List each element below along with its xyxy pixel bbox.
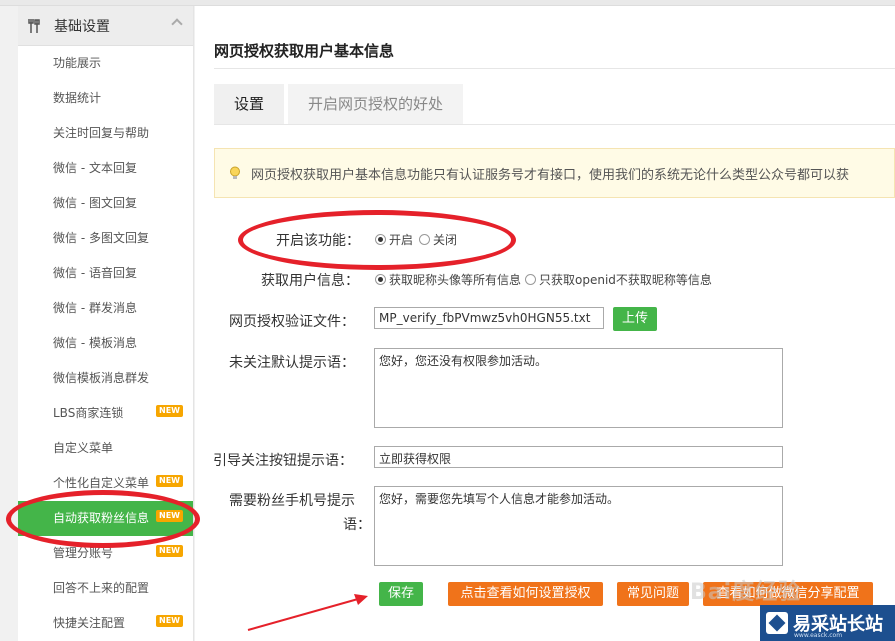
userinfo-all-label: 获取昵称头像等所有信息	[389, 273, 522, 287]
lightbulb-icon	[230, 166, 240, 179]
annotation-arrow-icon	[247, 594, 368, 631]
sidebar-item[interactable]: 微信 - 模板消息	[18, 326, 193, 361]
notice-banner: 网页授权获取用户基本信息功能只有认证服务号才有接口，使用我们的系统无论什么类型公…	[214, 148, 895, 198]
annotation-ellipse-enable	[238, 210, 516, 270]
new-badge: NEW	[156, 545, 183, 557]
new-badge: NEW	[156, 405, 183, 417]
phone-tip-label-line2: 语：	[343, 517, 371, 533]
sidebar-item-label: 微信 - 语音回复	[53, 266, 137, 280]
how-to-auth-button[interactable]: 点击查看如何设置授权	[448, 582, 603, 606]
userinfo-radio-group: 获取昵称头像等所有信息 只获取openid不获取昵称等信息	[373, 271, 712, 288]
guide-button-field[interactable]: 立即获得权限	[374, 446, 783, 468]
sidebar-item-label: 微信 - 文本回复	[53, 161, 137, 175]
chevron-up-icon[interactable]	[171, 18, 183, 30]
tools-icon	[28, 17, 46, 35]
new-badge: NEW	[156, 615, 183, 627]
sidebar-item-label: 功能展示	[53, 56, 102, 70]
sidebar-item-label: 快捷关注配置	[53, 616, 126, 630]
app-window: 基础设置 功能展示数据统计关注时回复与帮助 微信 - 文本回复 微信 - 图文回复微…	[0, 0, 895, 641]
sidebar-item-label: 数据统计	[53, 91, 102, 105]
unfollow-tip-label: 未关注默认提示语：	[229, 355, 355, 371]
sidebar-item-label: 自定义菜单	[53, 441, 114, 455]
sidebar-item-label: 关注时回复与帮助	[53, 126, 150, 140]
userinfo-openid-radio[interactable]	[525, 274, 537, 285]
sidebar-item[interactable]: 关注时回复与帮助	[18, 116, 193, 151]
tab-bar: 设置 开启网页授权的好处	[214, 84, 467, 124]
upload-button[interactable]: 上传	[613, 307, 657, 331]
userinfo-openid-label: 只获取openid不获取昵称等信息	[539, 273, 712, 287]
sidebar-item[interactable]: 微信 - 文本回复	[18, 151, 193, 186]
sidebar-item[interactable]: 微信 - 多图文回复	[18, 221, 193, 256]
userinfo-all-radio[interactable]	[375, 274, 386, 285]
page-title: 网页授权获取用户基本信息	[214, 42, 395, 60]
tab-divider	[214, 124, 895, 125]
sidebar-item[interactable]: 功能展示	[18, 46, 193, 81]
phone-tip-textarea[interactable]: 您好，需要您先填写个人信息才能参加活动。	[374, 486, 783, 566]
sidebar-item[interactable]: 微信 - 语音回复	[18, 256, 193, 291]
sidebar-item[interactable]: 微信模板消息群发	[18, 361, 193, 396]
faq-button[interactable]: 常见问题	[617, 582, 689, 606]
sidebar-item[interactable]: 数据统计	[18, 81, 193, 116]
sidebar-item[interactable]: 自定义菜单	[18, 431, 193, 466]
sidebar-item-label: 微信 - 群发消息	[53, 301, 137, 315]
sidebar-item[interactable]: LBS商家连锁 NEW	[18, 396, 193, 431]
guide-button-label: 引导关注按钮提示语：	[213, 453, 353, 469]
sidebar-item-label: 微信模板消息群发	[53, 371, 150, 385]
tab-benefits[interactable]: 开启网页授权的好处	[288, 84, 464, 124]
sidebar-item[interactable]: 微信 - 群发消息	[18, 291, 193, 326]
logo-url: www.easck.com	[794, 632, 843, 639]
title-divider	[214, 68, 895, 69]
sidebar-menu: 功能展示数据统计关注时回复与帮助 微信 - 文本回复 微信 - 图文回复 微信 - 多…	[18, 46, 193, 641]
phone-tip-label-line1: 需要粉丝手机号提示	[229, 493, 355, 509]
sidebar-section-header[interactable]: 基础设置	[18, 6, 193, 46]
annotation-ellipse-sidebar	[6, 490, 200, 548]
save-button[interactable]: 保存	[379, 582, 423, 606]
sidebar-item-label: 个性化自定义菜单	[53, 476, 150, 490]
tab-settings[interactable]: 设置	[214, 84, 285, 124]
unfollow-tip-textarea[interactable]: 您好，您还没有权限参加活动。	[374, 348, 783, 428]
verify-file-label: 网页授权验证文件：	[229, 314, 355, 330]
sidebar-item-label: 微信 - 模板消息	[53, 336, 137, 350]
userinfo-label: 获取用户信息：	[261, 273, 359, 289]
sidebar-item-label: LBS商家连锁	[53, 406, 124, 420]
verify-file-field[interactable]: MP_verify_fbPVmwz5vh0HGN55.txt	[374, 307, 604, 329]
logo-mark-icon	[766, 612, 788, 634]
site-logo: 易采站长站 www.easck.com	[760, 605, 895, 641]
sidebar-item-label: 微信 - 图文回复	[53, 196, 137, 210]
new-badge: NEW	[156, 475, 183, 487]
sidebar-item-label: 回答不上来的配置	[53, 581, 150, 595]
watermark: Bai度经验	[690, 580, 802, 605]
sidebar-section-title: 基础设置	[54, 18, 110, 35]
sidebar-item[interactable]: 快捷关注配置 NEW	[18, 606, 193, 641]
sidebar-item-label: 管理分账号	[53, 546, 114, 560]
sidebar-item[interactable]: 回答不上来的配置	[18, 571, 193, 606]
sidebar-item-label: 微信 - 多图文回复	[53, 231, 149, 245]
sidebar-item[interactable]: 微信 - 图文回复	[18, 186, 193, 221]
notice-text: 网页授权获取用户基本信息功能只有认证服务号才有接口，使用我们的系统无论什么类型公…	[251, 167, 850, 183]
